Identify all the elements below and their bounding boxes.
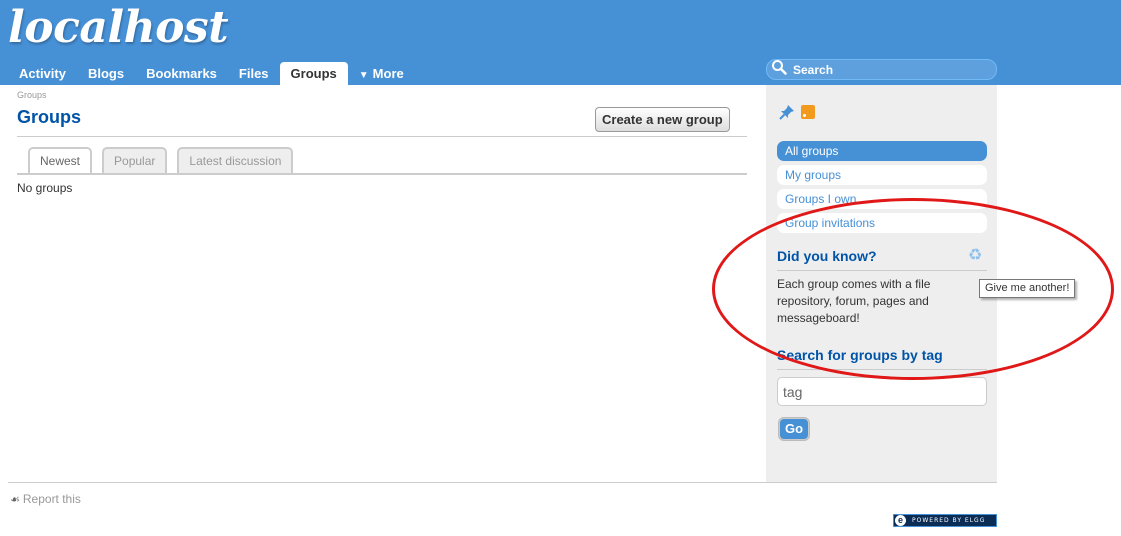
footer-divider — [8, 482, 997, 483]
sidebar-item-groups-i-own[interactable]: Groups I own — [777, 189, 987, 209]
title-divider — [17, 136, 747, 137]
sidebar-item-all-groups[interactable]: All groups — [777, 141, 987, 161]
breadcrumb[interactable]: Groups — [17, 90, 47, 100]
sidebar: All groups My groups Groups I own Group … — [766, 85, 997, 482]
go-button[interactable]: Go — [779, 418, 809, 440]
did-you-know-divider — [777, 270, 987, 271]
nav-activity[interactable]: Activity — [8, 62, 77, 85]
tab-newest[interactable]: Newest — [28, 147, 93, 175]
nav-groups[interactable]: Groups — [279, 62, 348, 85]
tabs-divider — [17, 173, 747, 175]
search-input[interactable] — [793, 62, 983, 77]
site-name[interactable]: localhost — [8, 2, 229, 53]
tab-popular[interactable]: Popular — [102, 147, 168, 174]
nav-files[interactable]: Files — [228, 62, 280, 85]
sidebar-icons — [779, 104, 815, 120]
nav-more-label: More — [372, 66, 404, 81]
tab-latest-discussion[interactable]: Latest discussion — [177, 147, 294, 174]
nav-blogs[interactable]: Blogs — [77, 62, 135, 85]
elgg-logo-icon: e — [895, 515, 906, 526]
tooltip: Give me another! — [979, 279, 1076, 298]
sidebar-item-my-groups[interactable]: My groups — [777, 165, 987, 185]
did-you-know-text: Each group comes with a file repository,… — [777, 277, 931, 325]
search-box[interactable] — [766, 59, 997, 80]
report-this-link[interactable]: ☙ Report this — [10, 492, 81, 506]
tag-search-divider — [777, 369, 987, 370]
magnifier-icon — [771, 59, 787, 80]
nav-bookmarks[interactable]: Bookmarks — [135, 62, 228, 85]
tag-search-title: Search for groups by tag — [777, 347, 943, 363]
report-icon: ☙ — [10, 493, 20, 506]
sidebar-menu: All groups My groups Groups I own Group … — [777, 141, 987, 237]
nav-more[interactable]: ▼ More — [348, 62, 415, 85]
group-tabs: Newest Popular Latest discussion — [28, 147, 294, 175]
sidebar-item-group-invitations[interactable]: Group invitations — [777, 213, 987, 233]
pin-icon[interactable] — [779, 104, 795, 120]
powered-by-text: POWERED BY ELGG — [912, 517, 986, 524]
rss-icon[interactable] — [801, 105, 815, 119]
create-group-button[interactable]: Create a new group — [595, 107, 730, 132]
main-nav: Activity Blogs Bookmarks Files Groups ▼ … — [8, 62, 415, 85]
recycle-icon[interactable]: ♻ — [968, 248, 982, 264]
page-title: Groups — [17, 107, 82, 127]
did-you-know-title: Did you know? — [777, 248, 877, 264]
powered-by-elgg-badge[interactable]: e POWERED BY ELGG — [893, 514, 997, 527]
empty-message: No groups — [17, 181, 73, 195]
top-bar: localhost Activity Blogs Bookmarks Files… — [0, 0, 1121, 85]
dropdown-triangle-icon: ▼ — [358, 70, 369, 81]
tag-search-input[interactable] — [777, 377, 987, 406]
report-label: Report this — [22, 492, 81, 506]
